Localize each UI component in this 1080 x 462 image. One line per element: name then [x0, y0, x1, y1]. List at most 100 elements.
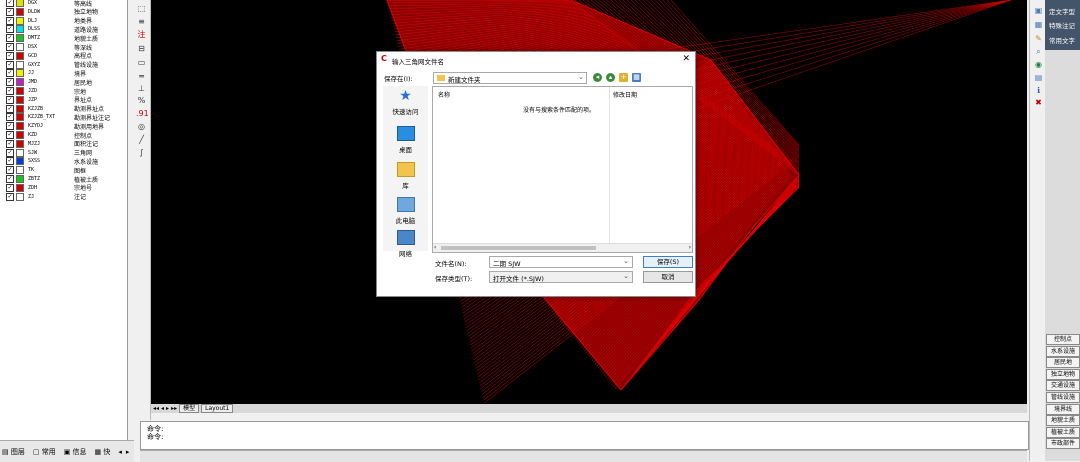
layer-color-swatch[interactable]	[16, 131, 24, 139]
layer-color-swatch[interactable]	[16, 113, 24, 122]
view-menu-icon[interactable]: ▦	[632, 73, 641, 82]
curve-tool-icon[interactable]: ∫	[136, 148, 147, 157]
layer-color-swatch[interactable]	[16, 78, 24, 87]
line-tool-icon[interactable]: ═	[136, 72, 147, 81]
tab-nav-last-icon[interactable]: ▸▸	[171, 405, 177, 412]
right-panel-button[interactable]: 交通设施	[1046, 380, 1080, 392]
visibility-checkbox[interactable]: ✓	[6, 51, 14, 60]
layer-row[interactable]: ✓ MJZJ 面积注记	[0, 139, 127, 148]
tab-info[interactable]: ▣ 信息	[64, 447, 91, 457]
layer-row[interactable]: ✓ DMTZ 地貌土质	[0, 34, 127, 43]
select-tool-icon[interactable]: ⬚	[136, 4, 147, 13]
place-this-pc[interactable]: 此电脑	[383, 197, 428, 225]
map-icon[interactable]: ◉	[1033, 60, 1044, 69]
layer-color-swatch[interactable]	[16, 157, 24, 166]
layer-row[interactable]: ✓ KZJZB 勘测界址点	[0, 104, 127, 113]
right-panel-button[interactable]: 境界线	[1046, 403, 1080, 415]
layer-row[interactable]: ✓ TK 图框	[0, 166, 127, 175]
layer-color-swatch[interactable]	[16, 139, 24, 148]
menu-text-style[interactable]: 定文字型	[1049, 6, 1075, 16]
search-icon[interactable]: ⌕	[1033, 47, 1044, 56]
layer-color-swatch[interactable]	[16, 60, 24, 69]
filename-input[interactable]: 二期 SJW ⌄	[489, 256, 633, 268]
layer-color-swatch[interactable]	[16, 7, 24, 16]
visibility-checkbox[interactable]: ✓	[6, 113, 14, 122]
cancel-button[interactable]: 取消	[643, 271, 693, 283]
rectangle-tool-icon[interactable]: ▭	[136, 58, 147, 67]
visibility-checkbox[interactable]: ✓	[6, 175, 14, 183]
save-button[interactable]: 保存(S)	[643, 256, 693, 268]
place-desktop[interactable]: 桌面	[383, 126, 428, 154]
scroll-right-icon[interactable]: ›	[689, 244, 691, 251]
place-library[interactable]: 库	[383, 162, 428, 190]
filetype-select[interactable]: 打开文件 (*.SJW) ⌄	[489, 271, 633, 283]
visibility-checkbox[interactable]: ✓	[6, 78, 14, 87]
layer-color-swatch[interactable]	[16, 51, 24, 60]
layer-row[interactable]: ✓ JMD 居民地	[0, 78, 127, 87]
menu-special-annotation[interactable]: 特殊注记	[1049, 20, 1075, 30]
visibility-checkbox[interactable]: ✓	[6, 139, 14, 148]
right-panel-button[interactable]: 居民地	[1046, 357, 1080, 369]
layer-row[interactable]: ✓ DLDW 独立地物	[0, 7, 127, 16]
menu-common-text[interactable]: 常用文字	[1049, 35, 1075, 45]
tab-layout1[interactable]: Layout1	[201, 404, 234, 413]
up-folder-icon[interactable]: ▴	[606, 73, 615, 82]
tab-nav-prev-icon[interactable]: ◂	[161, 405, 164, 412]
visibility-checkbox[interactable]: ✓	[6, 104, 14, 113]
zoom-icon[interactable]: ▦	[1033, 20, 1044, 29]
layer-color-swatch[interactable]	[16, 87, 24, 95]
tab-common[interactable]: ▢ 常用	[33, 447, 60, 457]
visibility-checkbox[interactable]: ✓	[6, 192, 14, 201]
elevation-tool-icon[interactable]: .91	[136, 109, 149, 118]
right-panel-button[interactable]: 市政部件	[1046, 438, 1080, 450]
place-network[interactable]: 网络	[383, 230, 428, 258]
visibility-checkbox[interactable]: ✓	[6, 0, 14, 7]
layer-row[interactable]: ✓ KZD 控制点	[0, 131, 127, 140]
layer-color-swatch[interactable]	[16, 95, 24, 104]
visibility-checkbox[interactable]: ✓	[6, 122, 14, 131]
layer-color-swatch[interactable]	[16, 16, 24, 25]
tab-scroll-right-icon[interactable]: ▸	[126, 448, 130, 456]
visibility-checkbox[interactable]: ✓	[6, 166, 14, 175]
circle-tool-icon[interactable]: ◎	[136, 122, 147, 131]
visibility-checkbox[interactable]: ✓	[6, 95, 14, 104]
back-icon[interactable]: ◂	[593, 73, 602, 82]
layer-color-swatch[interactable]	[16, 122, 24, 131]
layer-color-swatch[interactable]	[16, 25, 24, 34]
visibility-checkbox[interactable]: ✓	[6, 25, 14, 34]
layer-row[interactable]: ✓ ZDH 宗地号	[0, 183, 127, 192]
new-folder-icon[interactable]: +	[619, 73, 628, 82]
insert-tool-icon[interactable]: ⊟	[136, 44, 147, 53]
layer-color-swatch[interactable]	[16, 175, 24, 183]
layer-color-swatch[interactable]	[16, 69, 24, 78]
right-panel-button[interactable]: 管线设施	[1046, 392, 1080, 403]
visibility-checkbox[interactable]: ✓	[6, 157, 14, 166]
visibility-checkbox[interactable]: ✓	[6, 7, 14, 16]
visibility-checkbox[interactable]: ✓	[6, 60, 14, 69]
tab-cut[interactable]: ▦ 快	[95, 447, 115, 457]
layer-row[interactable]: ✓ KZJZB_TXT 勘测界址注记	[0, 113, 127, 122]
layer-row[interactable]: ✓ DSX 等深线	[0, 43, 127, 52]
right-panel-button[interactable]: 控制点	[1046, 334, 1080, 345]
visibility-checkbox[interactable]: ✓	[6, 16, 14, 25]
tab-nav-first-icon[interactable]: ◂◂	[153, 405, 159, 412]
visibility-checkbox[interactable]: ✓	[6, 43, 14, 51]
layer-row[interactable]: ✓ ZBTZ 植被土质	[0, 175, 127, 184]
layer-color-swatch[interactable]	[16, 43, 24, 51]
visibility-checkbox[interactable]: ✓	[6, 131, 14, 139]
layer-row[interactable]: ✓ GXYZ 管线设施	[0, 60, 127, 69]
layer-row[interactable]: ✓ SJW 三角网	[0, 148, 127, 157]
column-modified-header[interactable]: 修改日期	[613, 90, 637, 99]
layer-row[interactable]: ✓ JZD 宗地	[0, 87, 127, 96]
layer-tool-icon[interactable]: ≡	[136, 17, 147, 26]
visibility-checkbox[interactable]: ✓	[6, 34, 14, 43]
layer-row[interactable]: ✓ KZYDJ 勘测用地界	[0, 122, 127, 131]
right-panel-button[interactable]: 地貌土质	[1046, 415, 1080, 427]
file-list[interactable]: 名称 修改日期 没有与搜索条件匹配的项。 ‹ ›	[432, 86, 693, 253]
layer-row[interactable]: ✓ JZP 界址点	[0, 95, 127, 104]
layer-row[interactable]: ✓ ZJ 注记	[0, 192, 127, 201]
layer-color-swatch[interactable]	[16, 34, 24, 43]
visibility-checkbox[interactable]: ✓	[6, 148, 14, 157]
layer-color-swatch[interactable]	[16, 166, 24, 175]
tab-layer[interactable]: ▤ 图层	[2, 447, 29, 457]
